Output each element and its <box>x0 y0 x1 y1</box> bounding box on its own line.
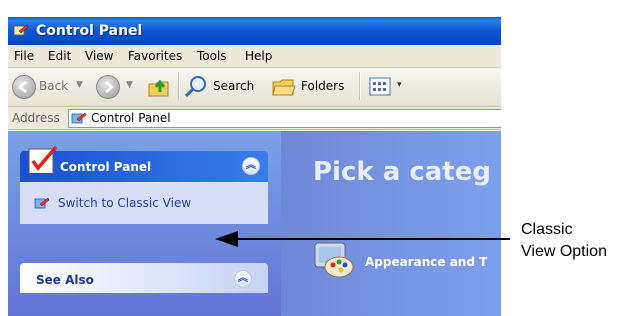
callout-arrow <box>215 231 510 247</box>
callout-line-2: View Option <box>521 243 607 260</box>
callout-label: Classic View Option <box>521 219 607 263</box>
callout-line-1: Classic <box>521 221 573 238</box>
